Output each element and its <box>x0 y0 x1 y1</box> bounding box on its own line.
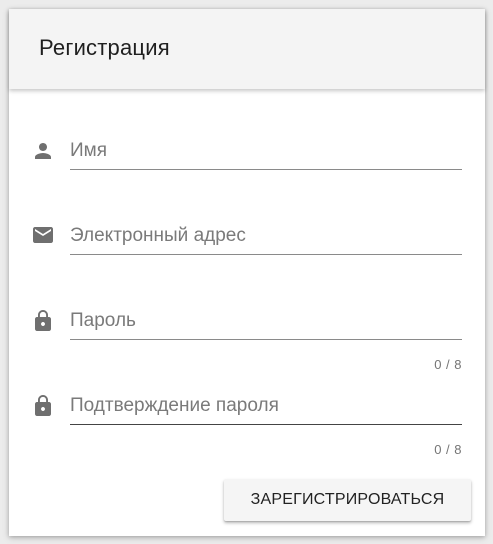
register-button[interactable]: ЗАРЕГИСТРИРОВАТЬСЯ <box>224 479 471 521</box>
email-input[interactable] <box>70 218 462 255</box>
name-input[interactable] <box>70 133 462 170</box>
confirm-password-field-row: 0 / 8 <box>9 386 485 457</box>
person-icon <box>31 139 55 163</box>
name-field-row <box>9 131 485 191</box>
password-field-row: 0 / 8 <box>9 301 485 372</box>
lock-icon <box>31 394 55 418</box>
registration-card: Регистрация 0 / 8 0 / 8 ЗАРЕГИСТРИРОВАТЬ… <box>9 9 485 536</box>
password-char-counter: 0 / 8 <box>434 357 462 372</box>
password-input[interactable] <box>70 303 462 340</box>
page-title: Регистрация <box>39 35 170 60</box>
card-header: Регистрация <box>9 9 485 89</box>
lock-icon <box>31 309 55 333</box>
confirm-password-input[interactable] <box>70 388 462 425</box>
confirm-password-char-counter: 0 / 8 <box>434 442 462 457</box>
mail-icon <box>31 223 55 247</box>
email-field-row <box>9 216 485 276</box>
